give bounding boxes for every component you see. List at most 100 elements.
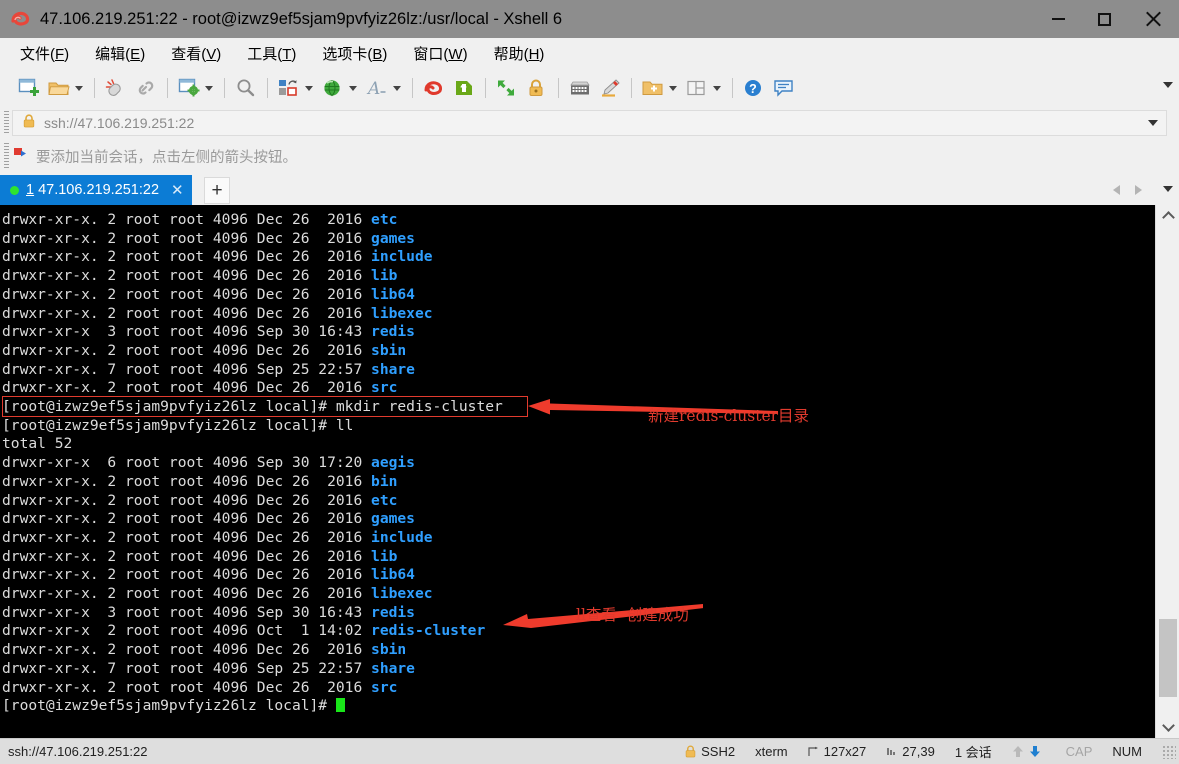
layout-arrange-icon[interactable]: [274, 73, 304, 103]
layout-arrange-dropdown-chevron-down-icon[interactable]: [305, 85, 313, 91]
terminal-dir-name: share: [371, 659, 415, 677]
toolbar-separator: [167, 78, 168, 98]
toolbar-overflow-chevron-down-icon[interactable]: [1163, 82, 1173, 88]
session-properties-icon[interactable]: [174, 73, 204, 103]
toolbar-grip[interactable]: [4, 143, 9, 169]
terminal-dir-name: redis: [371, 323, 415, 341]
open-folder-icon[interactable]: [44, 73, 74, 103]
terminal-cursor: [335, 698, 345, 713]
lock-icon[interactable]: [522, 73, 552, 103]
terminal-scrollbar[interactable]: [1155, 205, 1179, 738]
terminal-line: drwxr-xr-x 6 root root 4096 Sep 30 17:20…: [2, 454, 1155, 473]
terminal-dir-name: sbin: [371, 641, 407, 659]
maximize-button[interactable]: [1081, 0, 1127, 38]
terminal-dir-name: redis-cluster: [371, 622, 486, 640]
add-folder-dropdown-chevron-down-icon[interactable]: [669, 85, 677, 91]
split-view-icon[interactable]: [682, 73, 712, 103]
terminal-dir-name: aegis: [371, 454, 415, 472]
new-tab-button[interactable]: +: [204, 177, 230, 204]
resize-grip[interactable]: [1162, 744, 1176, 759]
terminal-line-text: drwxr-xr-x. 2 root root 4096 Dec 26 2016: [2, 678, 372, 696]
font-icon[interactable]: A: [362, 73, 392, 103]
terminal-line: drwxr-xr-x. 2 root root 4096 Dec 26 2016…: [2, 548, 1155, 567]
reconnect-link-icon[interactable]: [131, 73, 161, 103]
chat-icon[interactable]: [769, 73, 799, 103]
tab-next-chevron-right-icon[interactable]: [1129, 181, 1147, 199]
terminal-line: drwxr-xr-x. 2 root root 4096 Dec 26 2016…: [2, 473, 1155, 492]
menu-item-6[interactable]: 窗口(W): [411, 41, 469, 66]
terminal-dir-name: etc: [371, 211, 398, 228]
menu-item-3[interactable]: 查看(V): [169, 41, 223, 66]
scroll-down-chevron-down-icon[interactable]: [1156, 716, 1179, 738]
xftp-icon[interactable]: [419, 73, 449, 103]
notice-text: 要添加当前会话，点击左侧的箭头按钮。: [36, 149, 297, 166]
close-button[interactable]: [1127, 0, 1179, 38]
address-dropdown-chevron-down-icon[interactable]: [1148, 120, 1158, 126]
terminal-line: drwxr-xr-x. 2 root root 4096 Dec 26 2016…: [2, 286, 1155, 305]
terminal-dir-name: lib64: [371, 566, 415, 584]
terminal-line-text: drwxr-xr-x. 2 root root 4096 Dec 26 2016: [2, 229, 372, 247]
menu-bar: 文件(F) 编辑(E) 查看(V) 工具(T) 选项卡(B) 窗口(W) 帮助(H): [0, 38, 1179, 68]
toolbar-grip[interactable]: [4, 111, 9, 135]
tab-prev-chevron-left-icon[interactable]: [1107, 181, 1125, 199]
terminal-line: drwxr-xr-x. 2 root root 4096 Dec 26 2016…: [2, 679, 1155, 698]
toolbar-separator: [267, 78, 268, 98]
scroll-up-chevron-up-icon[interactable]: [1156, 205, 1179, 227]
terminal-line-text: drwxr-xr-x. 2 root root 4096 Dec 26 2016: [2, 304, 372, 322]
menu-item-5[interactable]: 选项卡(B): [320, 41, 389, 66]
arrow-down-icon: [1029, 745, 1041, 758]
terminal-dir-name: include: [371, 528, 433, 546]
add-folder-icon[interactable]: [638, 73, 668, 103]
font-dropdown-chevron-down-icon[interactable]: [393, 85, 401, 91]
terminal-line-text: total 52: [2, 435, 73, 453]
scrollbar-thumb[interactable]: [1159, 619, 1177, 697]
terminal-line: drwxr-xr-x. 2 root root 4096 Dec 26 2016…: [2, 641, 1155, 660]
resize-icon: [808, 746, 819, 757]
terminal-line-text: drwxr-xr-x. 7 root root 4096 Sep 25 22:5…: [2, 659, 372, 677]
terminal-line-text: drwxr-xr-x. 2 root root 4096 Dec 26 2016: [2, 341, 372, 359]
toolbar-separator: [224, 78, 225, 98]
xshell-window: 47.106.219.251:22 - root@izwz9ef5sjam9pv…: [0, 0, 1179, 764]
terminal-line: drwxr-xr-x. 2 root root 4096 Dec 26 2016…: [2, 585, 1155, 604]
status-size: 127x27: [808, 744, 866, 759]
terminal-line: drwxr-xr-x. 2 root root 4096 Dec 26 2016…: [2, 529, 1155, 548]
menu-item-7[interactable]: 帮助(H): [492, 41, 547, 66]
tab-session-1[interactable]: 1 47.106.219.251:22 ✕: [0, 175, 192, 205]
globe-encoding-icon[interactable]: [318, 73, 348, 103]
split-view-dropdown-chevron-down-icon[interactable]: [713, 85, 721, 91]
highlight-pen-icon[interactable]: [595, 73, 625, 103]
fullscreen-icon[interactable]: [492, 73, 522, 103]
find-icon[interactable]: [231, 73, 261, 103]
terminal-dir-name: etc: [371, 491, 398, 509]
menu-item-2[interactable]: 编辑(E): [93, 41, 147, 66]
help-icon[interactable]: ?: [739, 73, 769, 103]
menu-item-4[interactable]: 工具(T): [245, 41, 298, 66]
menu-item-1[interactable]: 文件(F): [18, 41, 71, 66]
terminal-line-text: drwxr-xr-x. 2 root root 4096 Dec 26 2016: [2, 472, 372, 490]
new-session-icon[interactable]: [14, 73, 44, 103]
address-input[interactable]: ssh://47.106.219.251:22: [44, 115, 194, 131]
keyboard-icon[interactable]: [565, 73, 595, 103]
open-folder-dropdown-chevron-down-icon[interactable]: [75, 85, 83, 91]
terminal-dir-name: lib: [371, 547, 398, 565]
disconnect-icon[interactable]: [101, 73, 131, 103]
globe-encoding-dropdown-chevron-down-icon[interactable]: [349, 85, 357, 91]
terminal-line: drwxr-xr-x. 2 root root 4096 Dec 26 2016…: [2, 342, 1155, 361]
terminal-output[interactable]: 新建redis-cluster目录 ll查看 创建成功 drwxr-xr-x. …: [0, 205, 1155, 738]
terminal-dir-name: games: [371, 229, 415, 247]
session-properties-dropdown-chevron-down-icon[interactable]: [205, 85, 213, 91]
address-bar[interactable]: ssh://47.106.219.251:22: [12, 110, 1167, 136]
xagent-icon[interactable]: [449, 73, 479, 103]
tab-close-icon[interactable]: ✕: [171, 181, 184, 199]
tab-list-chevron-down-icon[interactable]: [1163, 186, 1173, 192]
status-cursor-label: 27,39: [902, 744, 935, 759]
toolbar-separator: [94, 78, 95, 98]
toolbar-separator: [558, 78, 559, 98]
window-title: 47.106.219.251:22 - root@izwz9ef5sjam9pv…: [40, 9, 563, 28]
terminal-line-text: drwxr-xr-x. 2 root root 4096 Dec 26 2016: [2, 379, 372, 397]
status-sessions: 1 会话: [954, 745, 992, 760]
terminal-line: drwxr-xr-x 3 root root 4096 Sep 30 16:43…: [2, 323, 1155, 342]
minimize-button[interactable]: [1035, 0, 1081, 38]
svg-text:?: ?: [749, 82, 757, 96]
red-flag-icon[interactable]: [12, 146, 28, 167]
